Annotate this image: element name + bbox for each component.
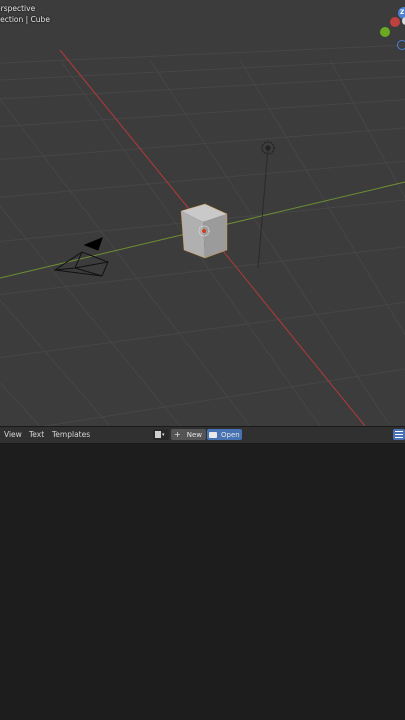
gizmo-y-circle[interactable] [380, 27, 390, 37]
light-object[interactable] [257, 141, 275, 269]
line-numbers-toggle[interactable] [393, 429, 405, 440]
menu-view[interactable]: View [4, 430, 22, 439]
collection-object-label: llection | Cube [0, 15, 50, 24]
new-text-button[interactable]: + New [171, 429, 206, 440]
gizmo-x-circle[interactable] [390, 17, 400, 27]
open-text-button[interactable]: Open [207, 429, 242, 440]
viewport-grid [0, 44, 405, 426]
cube-object[interactable] [180, 203, 228, 259]
menu-text[interactable]: Text [29, 430, 44, 439]
text-editor-area[interactable] [0, 444, 405, 720]
plus-icon: + [174, 430, 181, 439]
open-label: Open [221, 430, 240, 439]
camera-object[interactable] [53, 237, 109, 277]
text-editor-header: View Text Templates ▾ + New Open [0, 426, 405, 444]
gizmo-neg-y-circle[interactable] [397, 40, 405, 50]
menu-templates[interactable]: Templates [52, 430, 90, 439]
text-file-icon [155, 431, 161, 438]
3d-viewport[interactable]: erspective llection | Cube Z [0, 0, 405, 426]
folder-icon [209, 431, 217, 438]
view-name-label: erspective [0, 4, 36, 13]
chevron-down-icon: ▾ [162, 431, 165, 438]
line-numbers-icon [395, 431, 403, 438]
new-label: New [186, 430, 202, 439]
text-datablock-browse[interactable]: ▾ [153, 429, 169, 440]
